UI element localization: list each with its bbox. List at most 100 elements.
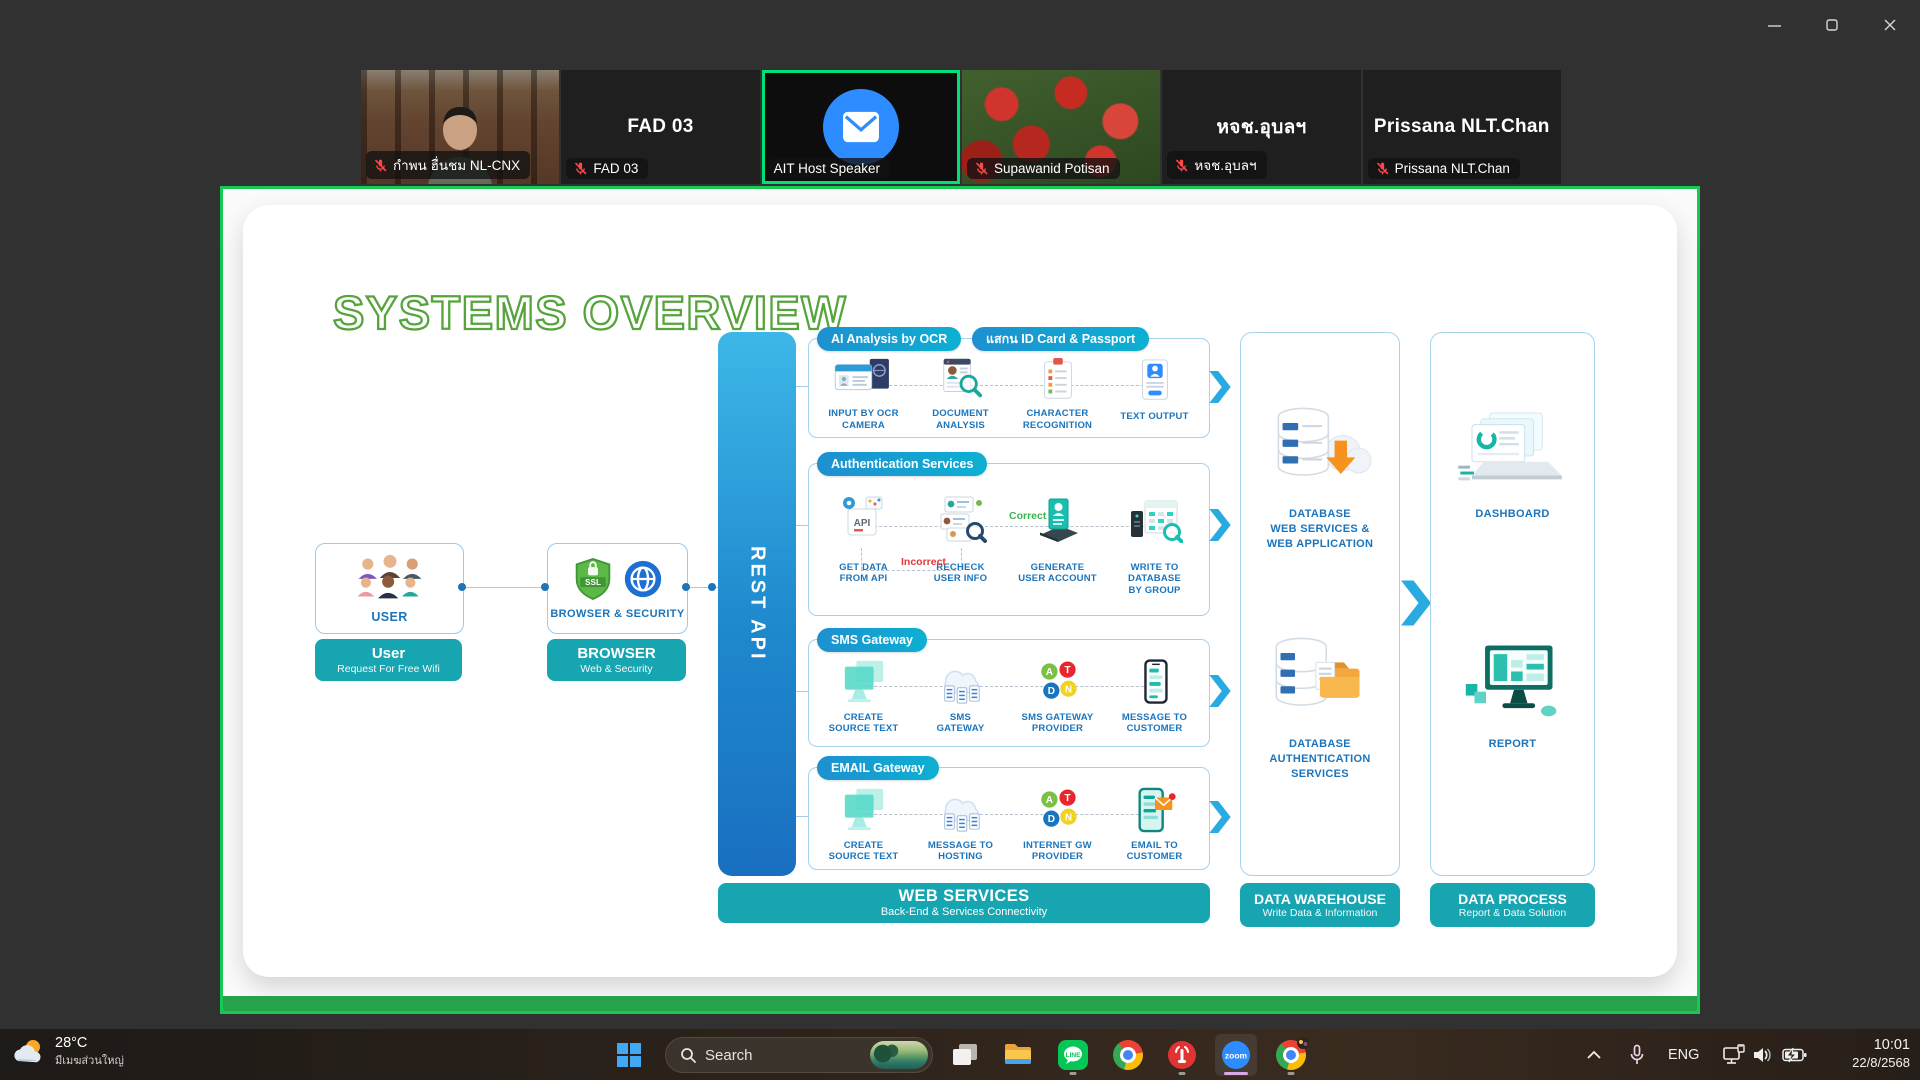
step-write-to-database: WRITE TO DATABASE BY GROUP (1106, 480, 1203, 609)
step-create-source-text: CREATE SOURCE TEXT (815, 784, 912, 863)
participant-tile[interactable]: Supawanid Potisan (962, 70, 1160, 184)
weather-temp: 28°C (55, 1035, 124, 1051)
tray-overflow-button[interactable] (1586, 1029, 1602, 1080)
ocr-panel: AI Analysis by OCR แสกน ID Card & Passpo… (808, 338, 1210, 438)
search-placeholder: Search (705, 1047, 861, 1064)
dashboard-icon (1454, 411, 1572, 495)
language-indicator[interactable]: ENG (1668, 1029, 1699, 1080)
step-text-output: TEXT OUTPUT (1106, 355, 1203, 431)
api-icon (838, 495, 890, 543)
data-warehouse-column: DATABASE WEB SERVICES & WEB APPLICATION … (1240, 332, 1400, 876)
battery-charging-icon (1782, 1047, 1808, 1063)
participant-tile[interactable]: Prissana NLT.Chan Prissana NLT.Chan (1363, 70, 1561, 184)
file-explorer-icon (1003, 1042, 1033, 1068)
broadcast-app-icon (1167, 1040, 1197, 1070)
document-scan-icon (938, 357, 984, 403)
running-indicator (1070, 1072, 1077, 1075)
step-recheck-user-info: RECHECK USER INFO (912, 480, 1009, 609)
step-create-source-text: CREATE SOURCE TEXT (815, 656, 912, 740)
mic-in-use-indicator[interactable] (1628, 1029, 1646, 1080)
chevron-up-icon (1586, 1049, 1602, 1061)
step-email-to-customer: EMAIL TO CUSTOMER (1106, 784, 1203, 863)
taskbar: 28°C มีเมฆส่วนใหญ่ Search (0, 1029, 1920, 1080)
time: 10:01 (1852, 1036, 1910, 1055)
task-view-icon (951, 1042, 979, 1068)
line-app-button[interactable]: LINE (1052, 1034, 1094, 1076)
browser-button: BROWSER Web & Security (547, 639, 686, 681)
svg-text:zoom: zoom (1225, 1051, 1248, 1061)
weather-widget[interactable]: 28°C มีเมฆส่วนใหญ่ (12, 1035, 124, 1069)
cast-display-button[interactable] (1722, 1029, 1746, 1080)
user-button: User Request For Free Wifi (315, 639, 462, 681)
cloud-servers-icon (932, 787, 990, 833)
dashboard-item: DASHBOARD (1431, 411, 1594, 522)
browser-security-node: BROWSER & SECURITY (547, 543, 688, 634)
participant-tile[interactable]: หจช.อุบลฯ หจช.อุบลฯ (1162, 70, 1360, 184)
user-node-label: USER (371, 610, 407, 624)
step-get-data-from-api: GET DATA FROM API (815, 480, 912, 609)
participant-name-label: FAD 03 (566, 158, 648, 179)
step-message-to-hosting: MESSAGE TO HOSTING (912, 784, 1009, 863)
volume-button[interactable] (1752, 1029, 1774, 1080)
web-services-button: WEB SERVICES Back-End & Services Connect… (718, 883, 1210, 923)
connector-line (796, 386, 808, 387)
monitor-icon (837, 659, 891, 705)
monitor-icon (837, 787, 891, 833)
step-message-to-customer: MESSAGE TO CUSTOMER (1106, 656, 1203, 740)
report-monitor-icon (1460, 643, 1566, 725)
provider-logos-icon (1035, 661, 1081, 703)
speaker-icon (1752, 1045, 1774, 1065)
search-icon (680, 1047, 696, 1063)
data-process-button: DATA PROCESS Report & Data Solution (1430, 883, 1595, 927)
zoom-button-active[interactable]: zoom (1215, 1034, 1257, 1076)
participant-tile[interactable]: กำพน ฮื่นชม NL-CNX (361, 70, 559, 184)
database-web-services-item: DATABASE WEB SERVICES & WEB APPLICATION (1241, 403, 1399, 552)
data-process-column: DASHBOARD REPORT (1430, 332, 1595, 876)
minimize-icon (1768, 19, 1781, 32)
broadcast-app-button[interactable] (1161, 1034, 1203, 1076)
chrome-button[interactable] (1107, 1034, 1149, 1076)
microphone-icon (1628, 1044, 1646, 1066)
arrow-right-icon (1209, 371, 1231, 403)
running-indicator (1179, 1072, 1186, 1075)
ssl-shield-icon (573, 557, 613, 601)
chrome-profile-button[interactable] (1270, 1034, 1312, 1076)
arrow-right-icon (1209, 675, 1231, 707)
minimize-button[interactable] (1752, 10, 1796, 40)
browser-node-label: BROWSER & SECURITY (550, 608, 684, 620)
data-warehouse-button: DATA WAREHOUSE Write Data & Information (1240, 883, 1400, 927)
connector-line (796, 525, 808, 526)
database-cloud-icon (1268, 403, 1372, 495)
file-explorer-button[interactable] (997, 1034, 1039, 1076)
database-authentication-item: DATABASE AUTHENTICATION SERVICES (1241, 633, 1399, 782)
slide-bottom-band (223, 996, 1697, 1011)
participant-name-label: AIT Host Speaker (767, 158, 890, 179)
participant-tile-active-speaker[interactable]: AIT Host Speaker (762, 70, 960, 184)
battery-button[interactable] (1782, 1029, 1808, 1080)
arrow-right-icon (1209, 509, 1231, 541)
phone-email-icon (1132, 787, 1178, 833)
recheck-cards-icon (935, 495, 987, 543)
svg-text:LINE: LINE (1066, 1052, 1081, 1059)
step-input-by-ocr: INPUT BY OCR CAMERA (815, 355, 912, 431)
connector-line (462, 587, 547, 588)
close-button[interactable] (1868, 10, 1912, 40)
arrow-right-icon (1209, 801, 1231, 833)
clipboard-icon (1035, 357, 1081, 403)
search-box[interactable]: Search (665, 1037, 933, 1073)
display-plug-icon (1722, 1044, 1746, 1066)
connector-dot (708, 583, 716, 591)
clock[interactable]: 10:01 22/8/2568 (1852, 1036, 1910, 1072)
task-view-button[interactable] (944, 1034, 986, 1076)
participant-name-label: หจช.อุบลฯ (1167, 151, 1266, 179)
participant-name-label: Prissana NLT.Chan (1368, 158, 1520, 179)
participant-tile[interactable]: FAD 03 FAD 03 (561, 70, 759, 184)
user-node: USER (315, 543, 464, 634)
maximize-button[interactable] (1810, 10, 1854, 40)
start-button[interactable] (608, 1034, 650, 1076)
close-icon (1884, 19, 1896, 31)
user-group-icon (354, 553, 426, 603)
step-sms-gateway-provider: SMS GATEWAY PROVIDER (1009, 656, 1106, 740)
connector-dot (458, 583, 466, 591)
screen: กำพน ฮื่นชม NL-CNX FAD 03 FAD 03 AIT Hos… (0, 0, 1920, 1080)
